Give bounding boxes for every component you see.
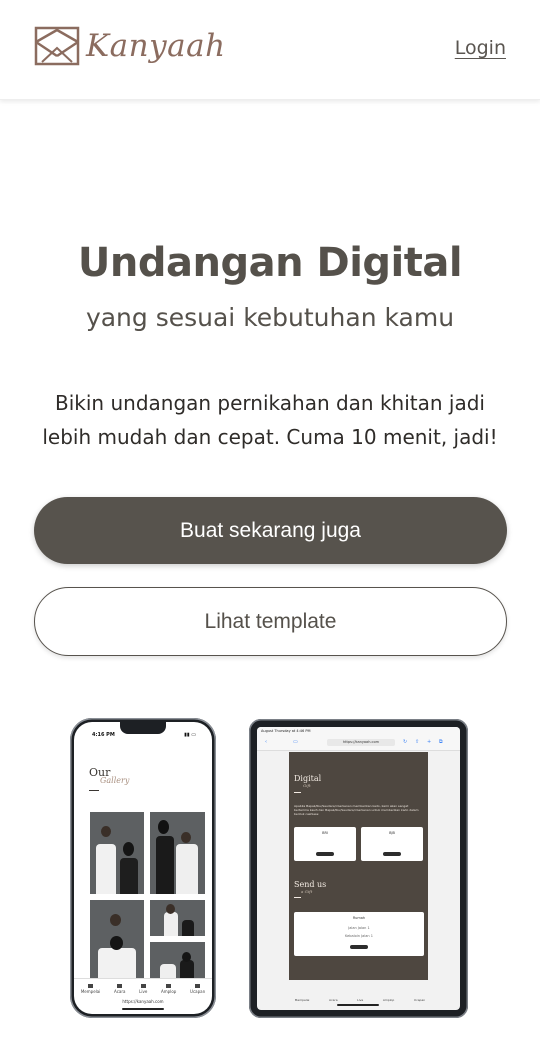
share-icon[interactable]: ⇧ [415,739,419,745]
phone-url-bar: https://kanyaah.com [122,999,164,1004]
signal-battery-icon: ▮▮ ▭ [184,732,196,738]
logo[interactable]: Kanyaah [34,24,226,68]
phone-mockup: 4:16 PM ▮▮ ▭ Our Gallery Mempelai Acara … [70,718,216,1018]
reload-icon[interactable]: ↻ [403,739,407,745]
nav-label: Amplop [161,988,177,994]
digital-gift-subtitle: Gift [303,783,311,788]
send-gift-title: Send us [294,880,327,889]
sidebar-icon[interactable]: ▭ [293,739,298,745]
nav-label: Ucapan [190,988,206,994]
nav-item-amplop[interactable]: Amplop [383,998,394,1002]
nav-item-mempelai[interactable]: Mempelai [80,983,101,994]
nav-item-acara[interactable]: Acara [329,998,338,1002]
phone-screen: 4:16 PM ▮▮ ▭ Our Gallery Mempelai Acara … [74,722,212,1014]
header: Kanyaah Login [0,0,540,100]
nav-item-mempelai[interactable]: Mempelai [295,998,310,1002]
nav-item-live[interactable]: Live [139,983,148,994]
tablet-screen: August Thursday at 4:46 PM ‹ ▭ https://k… [257,727,460,1010]
back-icon[interactable]: ‹ [265,739,267,745]
nav-item-amplop[interactable]: Amplop [161,983,177,994]
address-card: Rumah Jalan Jalan 1 Kebaloin Jalan 1 [294,912,424,956]
bank-card: BRI [294,827,356,861]
gallery-photo [150,942,205,978]
copy-button[interactable] [383,852,401,856]
tablet-status-date: August Thursday at 4:46 PM [261,729,311,733]
nav-item-acara[interactable]: Acara [114,983,126,994]
nav-item-ucapan[interactable]: Ucapan [190,983,206,994]
nav-label: Mempelai [80,988,101,994]
brand-name: Kanyaah [86,28,226,64]
gallery-subtitle: Gallery [100,776,130,785]
nav-label: Live [139,988,148,994]
new-tab-icon[interactable]: + [427,739,431,745]
nav-item-ucapan[interactable]: Ucapan [414,998,425,1002]
hero-title: Undangan Digital [77,240,463,286]
nav-label: Acara [114,988,126,994]
create-now-button[interactable]: Buat sekarang juga [34,497,507,564]
phone-home-indicator [122,1008,164,1010]
copy-button[interactable] [316,852,334,856]
nav-item-live[interactable]: Live [357,998,363,1002]
phone-status-time: 4:16 PM [92,732,115,738]
envelope-logo-icon [34,26,80,66]
phone-notch [120,722,166,734]
copy-address-button[interactable] [350,945,368,949]
gallery-photo [90,812,144,894]
digital-gift-title: Digital [294,774,322,783]
hero-description: Bikin undangan pernikahan dan khitan jad… [42,391,498,449]
bank-name: BJB [389,831,395,835]
hero-subtitle: yang sesuai kebutuhan kamu [85,303,455,332]
section-divider [294,792,301,793]
gallery-photo [150,812,205,894]
phone-bottom-nav: Mempelai Acara Live Amplop Ucapan [74,978,212,998]
tabs-icon[interactable]: ⧉ [439,739,443,745]
view-template-button[interactable]: Lihat template [34,587,507,656]
gallery-divider [89,790,99,791]
address-line: Kebaloin Jalan 1 [345,934,373,938]
tablet-browser-bar: August Thursday at 4:46 PM ‹ ▭ https://k… [257,727,460,751]
login-link[interactable]: Login [455,37,506,59]
gallery-photo [90,900,144,978]
bank-card: BJB [361,827,423,861]
digital-gift-text: Apabila Bapak/Ibu/Saudara/i berkenan mem… [294,804,419,816]
tablet-page-content: Digital Gift Apabila Bapak/Ibu/Saudara/i… [289,752,428,980]
tablet-home-indicator [337,1004,379,1006]
tablet-mockup: August Thursday at 4:46 PM ‹ ▭ https://k… [249,719,468,1018]
address-line: Jalan Jalan 1 [348,926,370,930]
gallery-photo [150,900,205,936]
tablet-url-bar[interactable]: https://kanyaah.com [327,739,395,746]
bank-name: BRI [322,831,328,835]
section-divider [294,897,301,898]
address-label: Rumah [352,916,366,920]
send-gift-subtitle: a Gift [301,889,313,894]
